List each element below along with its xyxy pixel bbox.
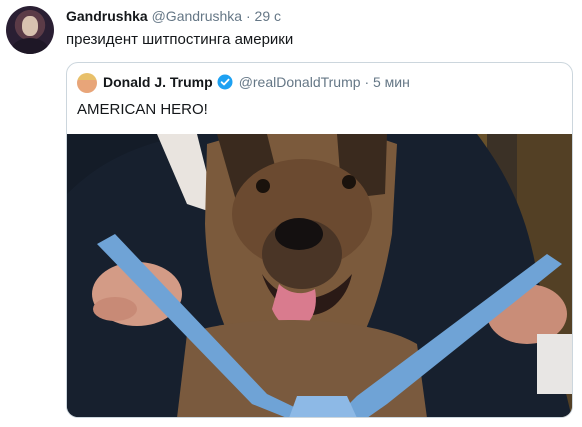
quoted-user-avatar[interactable] [77,73,97,93]
verified-badge-icon [217,74,233,90]
quoted-tweet[interactable]: Donald J. Trump @realDonaldTrump · 5 мин… [66,62,573,418]
quoted-tweet-header: Donald J. Trump @realDonaldTrump · 5 мин [103,74,410,90]
tweet-header: Gandrushka @Gandrushka · 29 с [66,8,281,24]
avatar-face [22,16,38,36]
user-handle[interactable]: @Gandrushka [152,8,242,24]
user-avatar[interactable] [6,6,54,54]
quoted-display-name[interactable]: Donald J. Trump [103,74,213,90]
quoted-timestamp[interactable]: 5 мин [373,74,410,90]
display-name[interactable]: Gandrushka [66,8,148,24]
quoted-separator-dot: · [364,74,370,90]
tweet-photo[interactable] [67,134,572,417]
dog-medal-photo [67,134,572,417]
tweet-text: президент шитпостинга америки [66,31,294,48]
separator-dot: · [245,8,251,24]
tweet[interactable]: Gandrushka @Gandrushka · 29 с президент … [0,0,582,427]
quoted-tweet-text: AMERICAN HERO! [77,101,208,118]
avatar-shirt [12,38,48,54]
quoted-user-handle[interactable]: @realDonaldTrump [239,74,361,90]
timestamp[interactable]: 29 с [255,8,281,24]
